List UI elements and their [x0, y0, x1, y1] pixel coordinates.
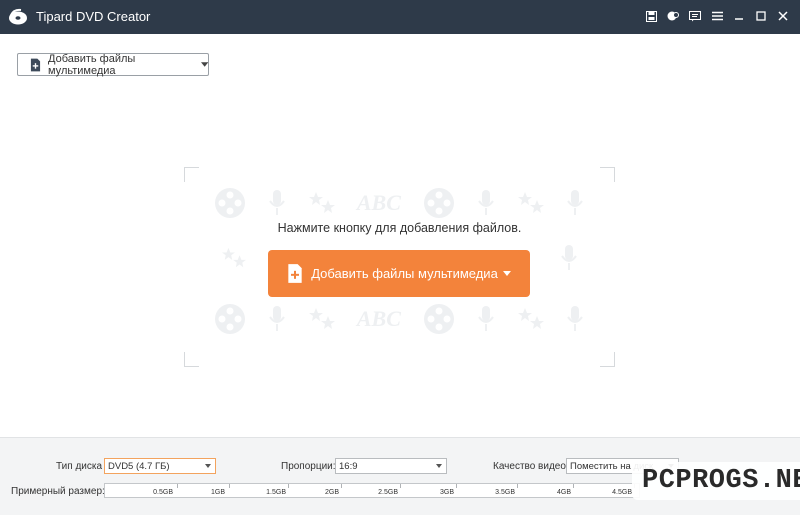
capacity-tick: [229, 484, 230, 488]
microphone-icon: [269, 190, 286, 215]
app-logo-icon: [9, 8, 27, 25]
microphone-icon: [269, 306, 286, 331]
drop-hint-text: Нажмите кнопку для добавления файлов.: [277, 221, 522, 235]
capacity-tick: [517, 484, 518, 488]
capacity-tick: [177, 484, 178, 488]
add-media-files-button[interactable]: Добавить файлы мультимедиа: [17, 52, 209, 77]
app-title: Tipard DVD Creator: [36, 9, 151, 24]
chevron-down-icon: [205, 464, 211, 468]
microphone-icon: [567, 306, 583, 331]
drop-area-corner: [600, 352, 615, 367]
watermark: PCPROGS.NET: [632, 462, 800, 500]
maximize-icon[interactable]: [754, 9, 768, 23]
chevron-down-icon: [436, 464, 442, 468]
add-media-files-main-button[interactable]: Добавить файлы мультимедиа: [268, 250, 530, 297]
video-quality-label: Качество видео:: [493, 461, 569, 472]
stars-icon: [517, 192, 544, 213]
microphone-icon: [561, 245, 577, 270]
close-icon[interactable]: [776, 9, 790, 23]
feedback-icon[interactable]: [666, 9, 680, 23]
aspect-ratio-select[interactable]: 16:9: [335, 458, 447, 474]
drop-area[interactable]: ABC ABC Нажмите кнопку для добавления фа…: [184, 167, 615, 367]
stars-icon: [222, 247, 246, 268]
add-media-files-main-label: Добавить файлы мультимедиа: [311, 266, 498, 281]
aspect-ratio-value: 16:9: [339, 460, 358, 472]
capacity-tick: [400, 484, 401, 488]
menu-icon[interactable]: [710, 9, 724, 23]
drop-area-corner: [184, 167, 199, 182]
abc-text-icon: ABC: [356, 190, 401, 215]
disc-type-value: DVD5 (4.7 ГБ): [108, 460, 170, 472]
capacity-tick-label: 1.5GB: [266, 489, 286, 496]
estimated-size-label: Примерный размер:: [11, 486, 105, 497]
stars-icon: [517, 308, 544, 329]
film-reel-icon: [424, 188, 455, 218]
capacity-tick-label: 2.5GB: [378, 489, 398, 496]
minimize-icon[interactable]: [732, 9, 746, 23]
microphone-icon: [478, 306, 495, 331]
add-file-icon: [30, 58, 41, 71]
capacity-tick: [341, 484, 342, 488]
chevron-down-icon: [502, 271, 511, 276]
disc-capacity-bar: 0.5GB 1GB 1.5GB 2GB 2.5GB 3GB 3.5GB 4GB …: [104, 483, 640, 498]
capacity-tick-label: 4.5GB: [612, 489, 632, 496]
capacity-tick-label: 1GB: [210, 489, 225, 496]
add-file-icon: [288, 264, 302, 283]
save-icon[interactable]: [644, 9, 658, 23]
capacity-tick: [573, 484, 574, 488]
microphone-icon: [567, 190, 583, 215]
capacity-tick: [456, 484, 457, 488]
aspect-ratio-label: Пропорции:: [281, 461, 336, 472]
stars-icon: [308, 192, 335, 213]
capacity-tick-label: 4GB: [556, 489, 571, 496]
add-media-files-label: Добавить файлы мультимедиа: [48, 52, 136, 77]
capacity-tick-label: 3.5GB: [495, 489, 515, 496]
microphone-icon: [478, 190, 495, 215]
drop-area-corner: [184, 352, 199, 367]
film-reel-icon: [424, 304, 455, 334]
drop-area-background-row: ABC: [214, 303, 584, 335]
drop-area-corner: [600, 167, 615, 182]
capacity-tick-label: 3GB: [439, 489, 454, 496]
capacity-tick: [288, 484, 289, 488]
disc-type-label: Тип диска: [56, 461, 103, 472]
film-reel-icon: [215, 304, 245, 334]
capacity-tick-label: 2GB: [324, 489, 339, 496]
capacity-tick-label: 0.5GB: [153, 489, 173, 496]
disc-type-select[interactable]: DVD5 (4.7 ГБ): [104, 458, 216, 474]
drop-area-background-row: ABC: [214, 187, 584, 219]
stars-icon: [308, 308, 335, 329]
chevron-down-icon: [200, 62, 208, 67]
film-reel-icon: [215, 188, 245, 218]
chat-icon[interactable]: [688, 9, 702, 23]
title-bar: Tipard DVD Creator: [0, 0, 800, 34]
abc-text-icon: ABC: [356, 306, 401, 331]
